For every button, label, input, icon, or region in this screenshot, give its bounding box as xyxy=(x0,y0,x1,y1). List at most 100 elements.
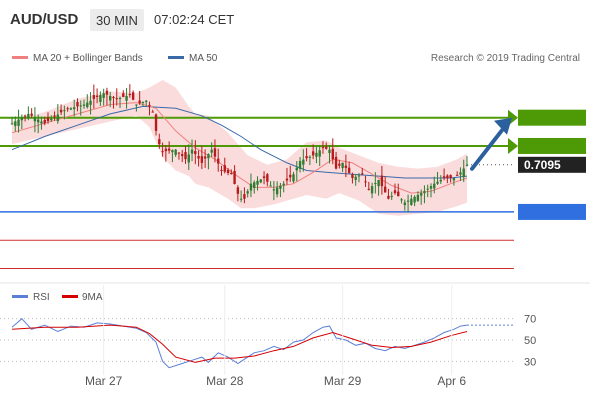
candle-body xyxy=(315,152,318,157)
candle-body xyxy=(226,169,230,173)
candle-body xyxy=(243,194,246,199)
chart-canvas: AUD/USD 30 MIN 07:02:24 CET MA 20 + Boll… xyxy=(0,9,590,388)
candle-body xyxy=(325,146,328,149)
rsi-legend-label: RSI xyxy=(33,292,50,303)
candle-body xyxy=(207,154,210,159)
projection-arrow-shaft xyxy=(470,125,506,171)
candle-body xyxy=(109,96,112,101)
level-pointer-0.7105 xyxy=(508,137,518,154)
candle-body xyxy=(128,94,132,96)
candle-body xyxy=(433,183,436,189)
level-box-0.7070 xyxy=(518,203,586,220)
candle-body xyxy=(69,108,73,110)
candle-body xyxy=(400,199,403,201)
candle-body xyxy=(154,114,158,131)
candle-body xyxy=(161,151,164,153)
candle-body xyxy=(387,195,390,199)
candle-body xyxy=(135,104,138,106)
timeframe-label: 30 MIN xyxy=(96,13,138,28)
candle-body xyxy=(397,191,400,197)
candle-body xyxy=(122,93,125,97)
candle-body xyxy=(374,183,377,185)
candle-body xyxy=(426,188,429,190)
candle-body xyxy=(220,170,223,172)
candle-body xyxy=(465,164,469,166)
x-tick-label: Mar 27 xyxy=(85,374,123,388)
candle-body xyxy=(423,191,426,194)
candle-body xyxy=(236,187,240,194)
candle-body xyxy=(266,174,269,182)
candle-body xyxy=(455,174,459,176)
candle-body xyxy=(20,117,24,121)
candle-body xyxy=(328,149,331,154)
candle-body xyxy=(151,111,154,113)
candle-body xyxy=(102,93,105,98)
candle-body xyxy=(167,148,171,151)
candle-body xyxy=(40,121,43,124)
copyright-label: Research © 2019 Trading Central xyxy=(431,53,580,64)
candle-body xyxy=(210,149,213,153)
candle-body xyxy=(361,173,364,175)
candle-body xyxy=(33,117,37,122)
candle-body xyxy=(239,198,243,200)
candle-body xyxy=(145,100,148,102)
candle-body xyxy=(419,193,423,196)
candle-body xyxy=(334,156,338,169)
timestamp-label: 07:02:24 CET xyxy=(154,12,234,27)
candle-body xyxy=(462,168,465,178)
candle-body xyxy=(298,161,302,169)
price-legend: MA 20 + Bollinger Bands MA 50 Research ©… xyxy=(12,53,580,64)
candle-body xyxy=(436,181,439,184)
candle-body xyxy=(230,172,233,175)
candle-body xyxy=(76,101,79,107)
candle-body xyxy=(269,185,272,187)
candle-body xyxy=(27,113,30,119)
candle-body xyxy=(331,148,334,160)
candle-body xyxy=(279,185,282,189)
candle-body xyxy=(452,178,456,181)
candle-body xyxy=(10,123,14,125)
candle-body xyxy=(171,150,174,153)
candle-body xyxy=(105,90,109,95)
candle-body xyxy=(380,175,384,187)
candle-body xyxy=(131,92,135,100)
level-box-0.7120 xyxy=(518,109,586,126)
rsi-line xyxy=(11,318,468,369)
candle-body xyxy=(305,156,308,159)
candle-body xyxy=(308,156,312,158)
candle-body xyxy=(17,119,20,126)
candle-body xyxy=(115,98,118,100)
candle-body xyxy=(272,189,276,191)
candle-body xyxy=(321,147,325,149)
candle-body xyxy=(30,113,33,116)
ma50-legend-swatch xyxy=(168,56,184,59)
candle-body xyxy=(256,180,259,185)
level-box-0.7105 xyxy=(518,137,586,154)
candle-body xyxy=(112,96,115,98)
candle-body xyxy=(194,151,197,155)
candle-body xyxy=(86,102,89,108)
candle-body xyxy=(377,179,380,187)
x-axis: Mar 27 Mar 28 Mar 29 Apr 6 xyxy=(85,285,466,388)
candle-body xyxy=(275,187,279,195)
candle-body xyxy=(393,190,397,194)
symbol-label: AUD/USD xyxy=(10,11,79,28)
candle-body xyxy=(197,155,200,159)
candle-body xyxy=(383,186,387,193)
candle-body xyxy=(125,96,128,101)
candle-body xyxy=(181,154,184,157)
candle-body xyxy=(72,107,76,110)
candle-body xyxy=(403,202,407,205)
candle-body xyxy=(416,194,420,201)
last-price-label: 0.7095 xyxy=(524,158,561,172)
rsi-ma-line xyxy=(11,324,468,363)
candle-body xyxy=(289,174,292,178)
candle-body xyxy=(413,196,416,203)
candle-body xyxy=(311,151,315,156)
x-tick-label: Mar 28 xyxy=(206,374,244,388)
candle-body xyxy=(118,97,122,100)
rsi-tick-label: 30 xyxy=(524,356,536,368)
candle-body xyxy=(410,198,413,205)
ma20-legend-label: MA 20 + Bollinger Bands xyxy=(33,53,143,64)
price-panel: 0.7095 xyxy=(0,80,586,269)
